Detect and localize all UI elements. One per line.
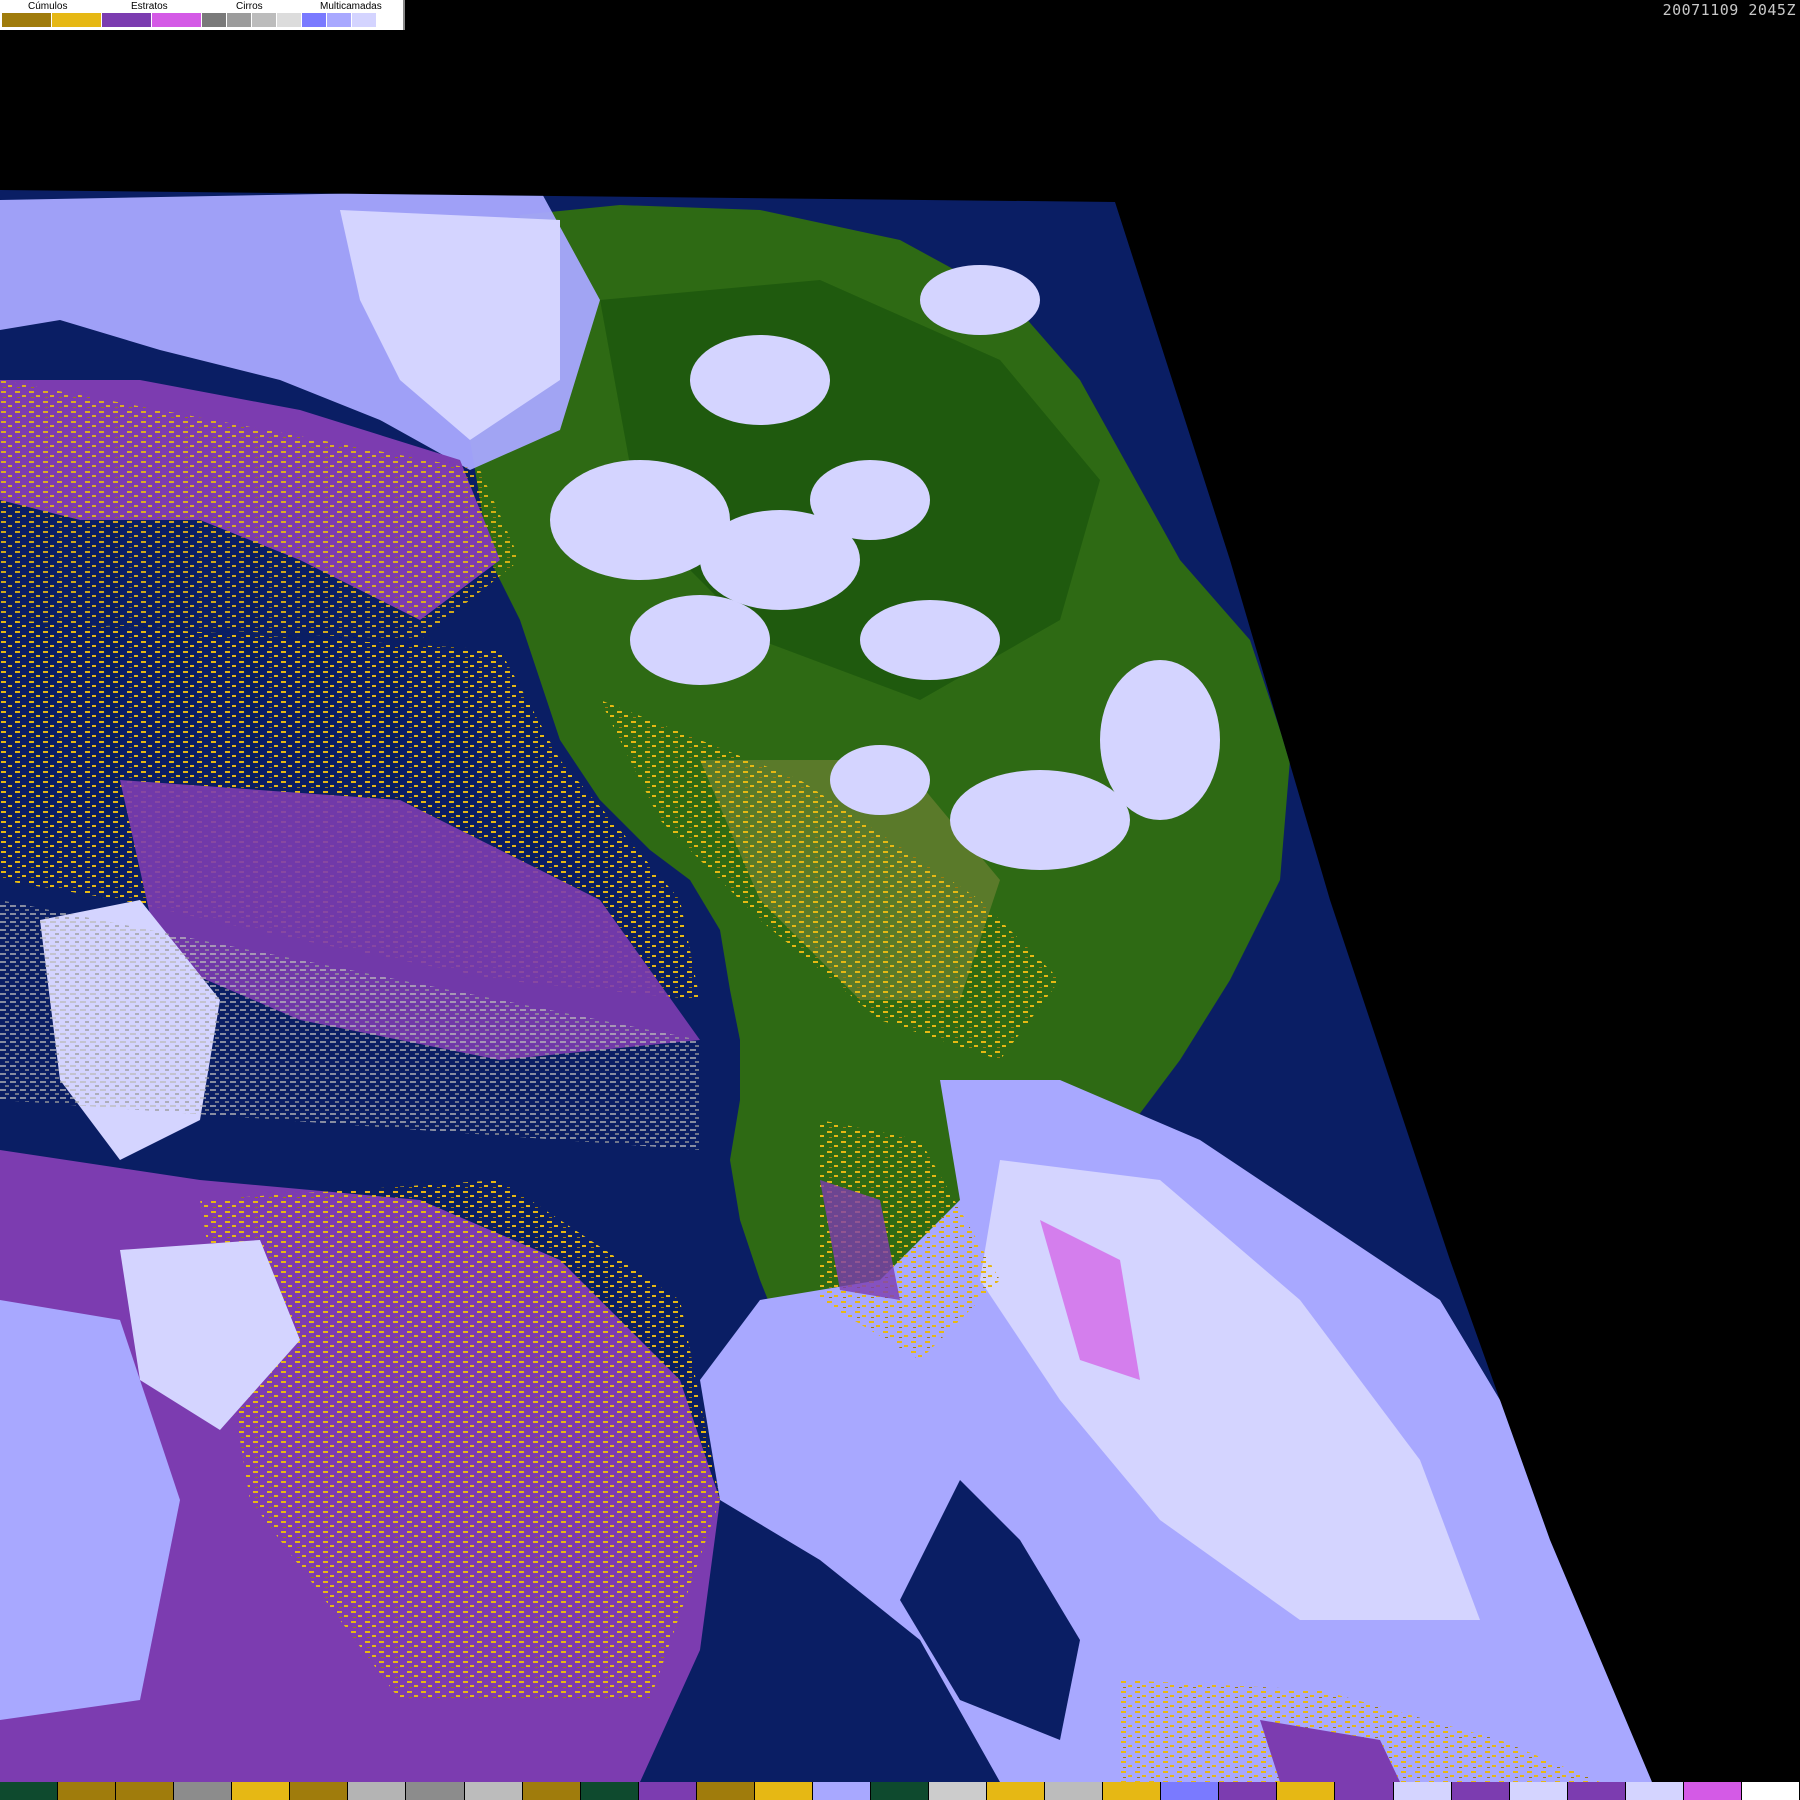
legend-swatches — [2, 13, 402, 27]
bottom-bar-cell — [464, 1782, 523, 1800]
bottom-bar-cell — [58, 1782, 117, 1800]
legend-swatch — [277, 13, 302, 27]
legend-swatch — [152, 13, 202, 27]
bottom-bar-cell — [1567, 1782, 1626, 1800]
legend-label-stratus: Estratos — [131, 1, 168, 12]
legend-swatch — [252, 13, 277, 27]
legend-swatch — [202, 13, 227, 27]
cloud-type-legend: Cúmulos Estratos Cirros Multicamadas — [0, 0, 405, 30]
legend-swatch — [377, 13, 402, 27]
legend-swatch — [102, 13, 152, 27]
bottom-bar-cell — [929, 1782, 988, 1800]
bottom-bar-cell — [348, 1782, 407, 1800]
bottom-bar-cell — [1277, 1782, 1336, 1800]
bottom-bar-cell — [1161, 1782, 1220, 1800]
bottom-bar-cell — [1625, 1782, 1684, 1800]
bottom-bar-cell — [406, 1782, 465, 1800]
bottom-bar-cell — [522, 1782, 581, 1800]
legend-swatch — [302, 13, 327, 27]
bottom-bar-cell — [870, 1782, 929, 1800]
bottom-bar-cell — [1045, 1782, 1104, 1800]
timestamp: 20071109 2045Z — [1662, 1, 1796, 19]
legend-swatch — [2, 13, 52, 27]
bottom-bar-cell — [1103, 1782, 1162, 1800]
bottom-bar-cell — [638, 1782, 697, 1800]
bottom-bar-cell — [1335, 1782, 1394, 1800]
legend-label-cumulus: Cúmulos — [28, 1, 68, 12]
bottom-bar-cell — [1451, 1782, 1510, 1800]
bottom-bar-cell — [232, 1782, 291, 1800]
bottom-bar-cell — [812, 1782, 871, 1800]
bottom-bar-cell — [1219, 1782, 1278, 1800]
bottom-bar-cell — [580, 1782, 639, 1800]
satellite-cloud-map — [0, 190, 1652, 1782]
bottom-bar-cell — [1741, 1782, 1800, 1800]
legend-label-multilayer: Multicamadas — [320, 1, 382, 12]
bottom-bar-cell — [174, 1782, 233, 1800]
bottom-color-bar — [0, 1782, 1800, 1800]
bottom-bar-cell — [290, 1782, 349, 1800]
legend-swatch — [52, 13, 102, 27]
legend-label-cirrus: Cirros — [236, 1, 263, 12]
legend-swatch — [327, 13, 352, 27]
bottom-bar-cell — [754, 1782, 813, 1800]
bottom-bar-cell — [696, 1782, 755, 1800]
earth-disk — [0, 190, 1652, 1782]
legend-swatch — [227, 13, 252, 27]
bottom-bar-cell — [0, 1782, 59, 1800]
bottom-bar-cell — [1683, 1782, 1742, 1800]
legend-swatch — [352, 13, 377, 27]
bottom-bar-cell — [1393, 1782, 1452, 1800]
bottom-bar-cell — [116, 1782, 175, 1800]
bottom-bar-cell — [987, 1782, 1046, 1800]
bottom-bar-cell — [1509, 1782, 1568, 1800]
